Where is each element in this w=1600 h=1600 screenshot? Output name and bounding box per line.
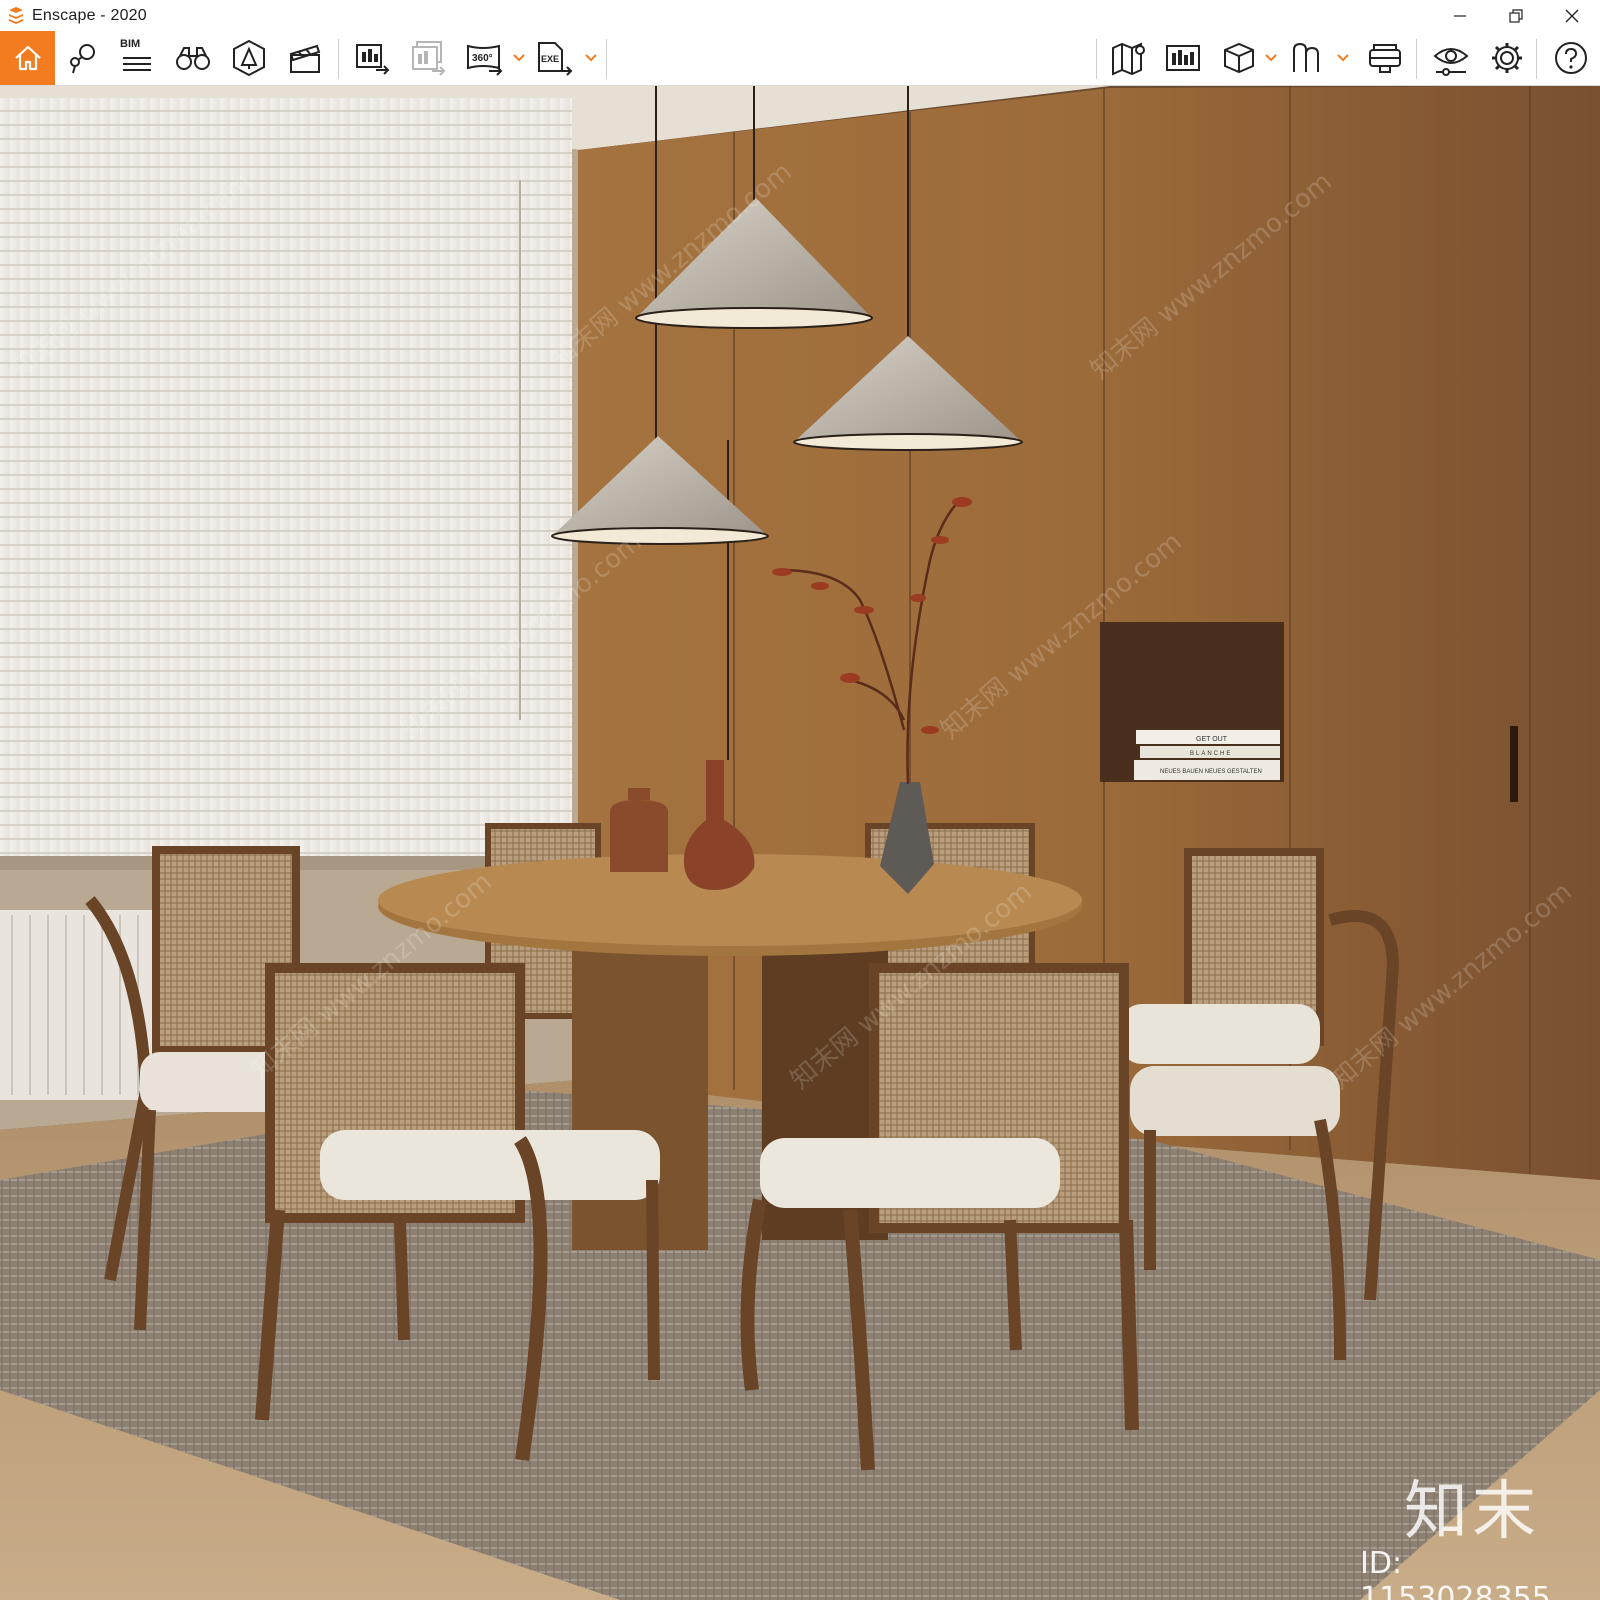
batch-render-button[interactable] bbox=[406, 35, 452, 81]
bookmarks-button[interactable] bbox=[1286, 35, 1332, 81]
minimize-icon bbox=[1454, 14, 1466, 17]
export-dropdown[interactable] bbox=[584, 51, 598, 65]
panorama-360-icon: 360° bbox=[467, 44, 503, 76]
video-editor-button[interactable] bbox=[282, 35, 328, 81]
vr-headset-icon bbox=[1369, 44, 1401, 73]
home-icon bbox=[14, 45, 41, 71]
panorama-label: 360° bbox=[472, 53, 493, 64]
atmosphere-button[interactable] bbox=[226, 35, 272, 81]
restore-icon bbox=[1509, 8, 1523, 23]
minimize-button[interactable] bbox=[1432, 0, 1488, 31]
render-image-button[interactable] bbox=[350, 35, 396, 81]
image-gallery-icon bbox=[1166, 45, 1200, 71]
toolbar-separator bbox=[1096, 39, 1097, 79]
atmosphere-icon bbox=[233, 39, 265, 77]
chevron-down-icon bbox=[585, 54, 597, 62]
image-gallery-button[interactable] bbox=[1160, 35, 1206, 81]
restore-button[interactable] bbox=[1488, 0, 1544, 31]
home-button[interactable] bbox=[0, 31, 55, 85]
chevron-down-icon bbox=[1337, 54, 1349, 62]
window-blinds bbox=[0, 98, 572, 858]
help-icon bbox=[1555, 42, 1587, 74]
asset-library-button[interactable] bbox=[1216, 35, 1262, 81]
chevron-down-icon bbox=[1265, 54, 1277, 62]
asset-cube-icon bbox=[1224, 42, 1254, 74]
book-title-2: BLANCHE bbox=[1190, 751, 1232, 757]
gear-icon bbox=[1492, 43, 1522, 73]
vr-headset-button[interactable] bbox=[1362, 35, 1408, 81]
title-bar: Enscape - 2020 bbox=[0, 0, 1600, 31]
bim-label: BIM bbox=[120, 38, 141, 50]
toolbar-separator bbox=[1416, 39, 1417, 79]
enscape-logo-icon bbox=[9, 6, 23, 24]
toolbar-separator bbox=[606, 39, 607, 79]
asset-dropdown[interactable] bbox=[1264, 51, 1278, 65]
export-exe-button[interactable]: EXE bbox=[532, 35, 578, 81]
binoculars-icon bbox=[176, 47, 210, 70]
close-button[interactable] bbox=[1544, 0, 1600, 31]
map-icon bbox=[1112, 42, 1145, 76]
panorama-dropdown[interactable] bbox=[512, 51, 526, 65]
views-button[interactable] bbox=[60, 35, 106, 81]
book-title-3: NEUES BAUEN NEUES GESTALTEN bbox=[1160, 769, 1262, 775]
enscape-toolbar: BIM 360° EXE bbox=[0, 31, 1600, 111]
visual-settings-icon bbox=[1433, 48, 1469, 76]
watermark-id: ID: 1153028355 bbox=[1360, 1546, 1551, 1600]
batch-render-icon bbox=[412, 41, 446, 76]
table-pedestal bbox=[572, 940, 708, 1250]
export-exe-icon: EXE bbox=[538, 42, 573, 76]
toolbar-separator bbox=[1536, 39, 1537, 79]
settings-button[interactable] bbox=[1484, 35, 1530, 81]
exe-label: EXE bbox=[541, 54, 559, 64]
window-controls bbox=[1432, 0, 1600, 31]
render-viewport[interactable]: GET OUT BLANCHE NEUES BAUEN NEUES GESTAL… bbox=[0, 86, 1600, 1600]
binoculars-button[interactable] bbox=[170, 35, 216, 81]
book-title-1: GET OUT bbox=[1196, 736, 1228, 743]
map-button[interactable] bbox=[1106, 35, 1152, 81]
views-icon bbox=[70, 44, 95, 74]
panorama-360-button[interactable]: 360° bbox=[462, 35, 508, 81]
visual-settings-button[interactable] bbox=[1428, 35, 1474, 81]
toolbar-separator bbox=[338, 39, 339, 79]
bookmarks-icon bbox=[1293, 42, 1319, 72]
close-icon bbox=[1565, 9, 1579, 22]
dining-room-render: GET OUT BLANCHE NEUES BAUEN NEUES GESTAL… bbox=[0, 86, 1600, 1600]
help-button[interactable] bbox=[1548, 35, 1594, 81]
bookmarks-dropdown[interactable] bbox=[1336, 51, 1350, 65]
video-editor-icon bbox=[289, 44, 321, 73]
watermark-logo: 知末 bbox=[1404, 1475, 1540, 1549]
render-image-icon bbox=[356, 44, 390, 75]
chevron-down-icon bbox=[513, 54, 525, 62]
window-title: Enscape - 2020 bbox=[32, 6, 147, 24]
